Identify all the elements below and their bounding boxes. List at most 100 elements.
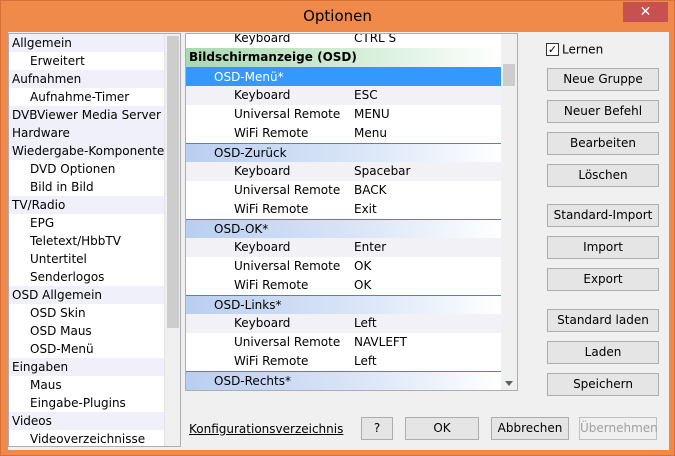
tree-item[interactable]: Eingaben — [9, 358, 180, 376]
ok-button[interactable]: OK — [405, 417, 479, 440]
tree-item[interactable]: Wiedergabe-Komponenten — [9, 142, 180, 160]
key-cell: OK — [354, 259, 372, 273]
tree-item[interactable]: TV/Radio — [9, 196, 180, 214]
device-cell: Universal Remote — [234, 183, 341, 197]
key-cell: Menu — [354, 126, 387, 140]
device-cell: WiFi Remote — [234, 202, 309, 216]
config-directory-link[interactable]: Konfigurationsverzeichnis — [189, 422, 343, 436]
standard-import-button[interactable]: Standard-Import — [547, 204, 659, 227]
export-button[interactable]: Export — [547, 268, 659, 291]
key-cell: ESC — [354, 88, 378, 102]
tree-scrollbar-thumb[interactable] — [167, 36, 179, 328]
binding-row[interactable]: Universal Remote OK — [186, 257, 502, 276]
options-window: Optionen ✕ Allgemein Erweitert Aufnahmen Au… — [0, 0, 675, 456]
title-bar[interactable]: Optionen ✕ — [1, 1, 674, 32]
key-cell: BACK — [354, 183, 387, 197]
binding-row[interactable]: Keyboard Left — [186, 314, 502, 333]
learn-label: Lernen — [562, 42, 604, 57]
category-tree: Allgemein Erweitert Aufnahmen Aufnahme-Time… — [8, 33, 181, 447]
close-icon[interactable]: ✕ — [623, 2, 668, 22]
apply-button[interactable]: Übernehmen — [579, 417, 658, 440]
tree-scrollbar[interactable] — [164, 34, 180, 446]
list-scrollbar-thumb[interactable] — [503, 64, 515, 86]
tree-item[interactable]: Videoverzeichnisse — [9, 430, 180, 446]
new-command-button[interactable]: Neuer Befehl — [547, 100, 659, 123]
key-cell: MENU — [354, 107, 390, 121]
binding-row[interactable]: Universal Remote BACK — [186, 181, 502, 200]
tree-item[interactable]: OSD Maus — [9, 322, 180, 340]
key-cell: Right — [354, 390, 386, 391]
binding-row[interactable]: Universal Remote MENU — [186, 105, 502, 124]
cancel-button[interactable]: Abbrechen — [491, 417, 569, 440]
command-row[interactable]: OSD-Rechts* — [186, 371, 502, 390]
tree-item[interactable]: Maus — [9, 376, 180, 394]
command-row[interactable]: OSD-Zurück — [186, 143, 502, 162]
edit-button[interactable]: Bearbeiten — [547, 132, 659, 155]
binding-row[interactable]: WiFi Remote OK — [186, 276, 502, 295]
delete-button[interactable]: Löschen — [547, 164, 659, 187]
tree-item[interactable]: DVBViewer Media Server — [9, 106, 180, 124]
tree-item[interactable]: OSD Skin — [9, 304, 180, 322]
command-row[interactable]: OSD-Links* — [186, 295, 502, 314]
tree-item[interactable]: Allgemein — [9, 34, 180, 52]
binding-row[interactable]: WiFi Remote Left — [186, 352, 502, 371]
binding-row[interactable]: Keyboard CTRL S — [186, 33, 502, 48]
learn-checkbox[interactable]: ✓ Lernen — [546, 41, 603, 57]
device-cell: Universal Remote — [234, 107, 341, 121]
device-cell: Keyboard — [234, 88, 291, 102]
tree-item[interactable]: Aufnahme-Timer — [9, 88, 180, 106]
help-button[interactable]: ? — [361, 417, 393, 440]
command-row[interactable]: OSD-OK* — [186, 219, 502, 238]
tree-item[interactable]: EPG — [9, 214, 180, 232]
tree-item[interactable]: Videos — [9, 412, 180, 430]
device-cell: Keyboard — [234, 240, 291, 254]
save-button[interactable]: Speichern — [547, 373, 659, 396]
binding-row[interactable]: WiFi Remote Menu — [186, 124, 502, 143]
device-cell: Universal Remote — [234, 335, 341, 349]
device-cell: WiFi Remote — [234, 354, 309, 368]
tree-item[interactable]: Erweitert — [9, 52, 180, 70]
load-button[interactable]: Laden — [547, 341, 659, 364]
import-button[interactable]: Import — [547, 236, 659, 259]
tree-item[interactable]: Teletext/HbbTV — [9, 232, 180, 250]
key-cell: CTRL S — [354, 33, 397, 45]
device-cell: Keyboard — [234, 33, 291, 45]
key-cell: Enter — [354, 240, 387, 254]
tree-item[interactable]: Bild in Bild — [9, 178, 180, 196]
device-cell: Universal Remote — [234, 259, 341, 273]
load-standard-button[interactable]: Standard laden — [547, 309, 659, 332]
binding-row[interactable]: Keyboard Right — [186, 390, 502, 391]
key-cell: Left — [354, 316, 377, 330]
binding-row[interactable]: Keyboard Enter — [186, 238, 502, 257]
tree-items: Allgemein Erweitert Aufnahmen Aufnahme-Time… — [9, 34, 180, 446]
binding-row[interactable]: Keyboard Spacebar — [186, 162, 502, 181]
tree-item[interactable]: OSD Allgemein — [9, 286, 180, 304]
key-cell: Spacebar — [354, 164, 411, 178]
tree-item[interactable]: DVD Optionen — [9, 160, 180, 178]
tree-item[interactable]: Aufnahmen — [9, 70, 180, 88]
binding-row[interactable]: WiFi Remote Exit — [186, 200, 502, 219]
key-cell: OK — [354, 278, 372, 292]
group-header-row[interactable]: Bildschirmanzeige (OSD) — [186, 48, 502, 67]
tree-item[interactable]: Untertitel — [9, 250, 180, 268]
scroll-down-arrow-icon[interactable] — [505, 381, 513, 386]
key-cell: Left — [354, 354, 377, 368]
tree-item[interactable]: OSD-Menü — [9, 340, 180, 358]
command-rows: Keyboard CTRL S Bildschirmanzeige (OSD) OSD… — [186, 33, 502, 391]
device-cell: Keyboard — [234, 164, 291, 178]
client-area: Allgemein Erweitert Aufnahmen Aufnahme-Time… — [8, 32, 669, 450]
tree-item[interactable]: Hardware — [9, 124, 180, 142]
window-title: Optionen — [303, 7, 372, 25]
binding-row[interactable]: Universal Remote NAVLEFT — [186, 333, 502, 352]
command-row[interactable]: OSD-Menü* — [186, 67, 502, 86]
new-group-button[interactable]: Neue Gruppe — [547, 68, 659, 91]
tree-item[interactable]: Eingabe-Plugins — [9, 394, 180, 412]
tree-item[interactable]: Senderlogos — [9, 268, 180, 286]
list-scrollbar[interactable] — [501, 34, 517, 390]
command-list: Keyboard CTRL S Bildschirmanzeige (OSD) OSD… — [185, 33, 518, 391]
learn-checkbox-box[interactable]: ✓ — [546, 43, 559, 56]
key-cell: NAVLEFT — [354, 335, 407, 349]
key-cell: Exit — [354, 202, 377, 216]
device-cell: Keyboard — [234, 316, 291, 330]
binding-row[interactable]: Keyboard ESC — [186, 86, 502, 105]
